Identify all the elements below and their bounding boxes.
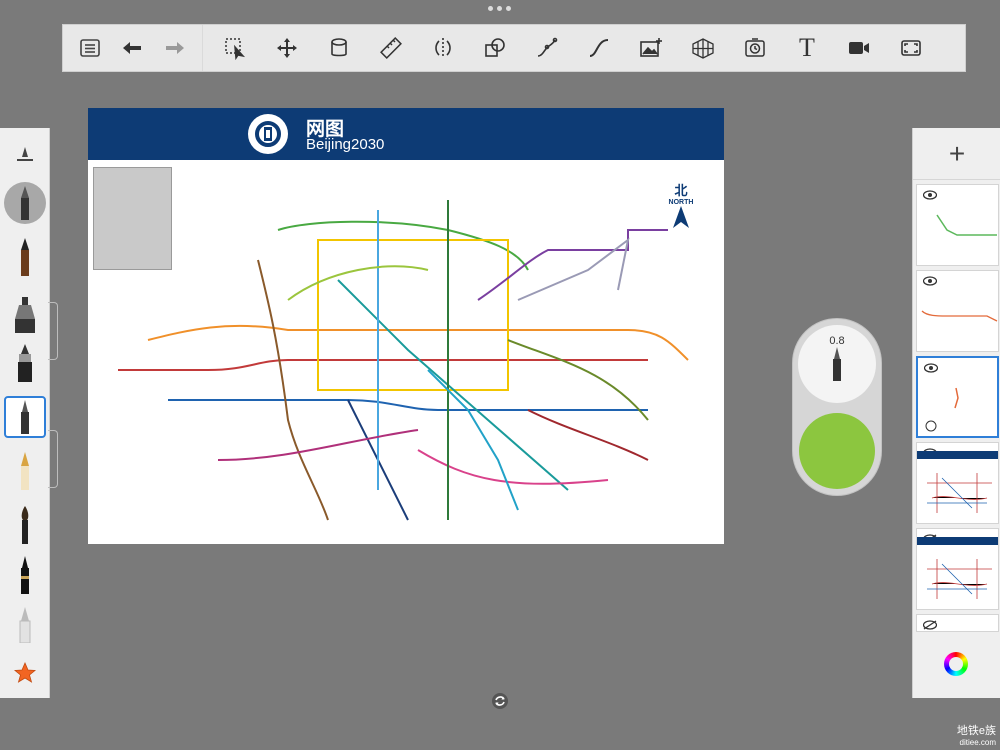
add-layer-button[interactable]: + [913, 128, 1000, 180]
color-picker-icon[interactable] [944, 652, 968, 676]
technical-pen-icon[interactable] [4, 396, 46, 438]
hidden-eye-icon[interactable] [923, 620, 937, 630]
paint-brush-icon[interactable] [4, 504, 46, 546]
transform-icon[interactable] [261, 25, 313, 71]
sync-icon[interactable] [491, 692, 509, 710]
stroke-icon[interactable] [573, 25, 625, 71]
layers-panel: + [912, 128, 1000, 698]
brush-settings-icon[interactable] [4, 136, 46, 178]
metro-line-red [118, 359, 648, 371]
main-toolbar: T [62, 24, 966, 72]
brush-controls: 0.8 [792, 318, 882, 496]
layer-thumb-2[interactable] [916, 270, 999, 352]
layer-thumb-1[interactable] [916, 184, 999, 266]
import-image-icon[interactable] [625, 25, 677, 71]
brush-color-knob[interactable] [799, 413, 875, 489]
fountain-pen-icon[interactable] [4, 450, 46, 492]
brush-panel [0, 128, 58, 698]
beijing-subway-logo [248, 114, 288, 154]
layer-thumb-5[interactable] [916, 528, 999, 610]
redo-icon[interactable] [154, 25, 196, 71]
text-tool-icon[interactable]: T [781, 25, 833, 71]
metro-line-yellow [317, 239, 509, 391]
metro-line-teal [337, 279, 569, 491]
map-subtitle: Beijing2030 [306, 136, 385, 153]
list-icon[interactable] [69, 25, 111, 71]
marker-icon[interactable] [4, 294, 46, 336]
ruler-icon[interactable] [365, 25, 417, 71]
symmetry-icon[interactable] [417, 25, 469, 71]
map-header: 网图 Beijing2030 [88, 108, 724, 160]
brush-size-value: 0.8 [829, 335, 845, 347]
ink-pen-icon[interactable] [4, 342, 46, 384]
pencil-icon[interactable] [4, 236, 46, 278]
eraser-icon[interactable] [4, 604, 46, 646]
current-brush-avatar[interactable] [4, 182, 46, 224]
metro-line-lime [287, 265, 429, 301]
time-lapse-icon[interactable] [729, 25, 781, 71]
watermark-line1: 地铁e族 [956, 725, 996, 737]
layer-thumb-6[interactable] [916, 614, 999, 632]
selection-icon[interactable] [209, 25, 261, 71]
metro-line-magenta [217, 429, 419, 461]
brush-group-bracket-2 [48, 430, 58, 488]
metro-line-blue [168, 399, 648, 411]
watermark-line2: ditiee.com [959, 738, 996, 747]
metro-line-olive [507, 339, 649, 421]
perspective-grid-icon[interactable] [677, 25, 729, 71]
text-tool-label: T [799, 33, 815, 62]
brush-size-slider[interactable]: 0.8 [798, 325, 876, 403]
watermark: 地铁e族 ditiee.com [957, 722, 996, 747]
fill-bucket-icon[interactable] [313, 25, 365, 71]
metro-line-orange [147, 324, 689, 361]
layer-thumb-4[interactable] [916, 442, 999, 524]
brush-pen-icon[interactable] [4, 554, 46, 596]
brush-group-bracket [48, 302, 58, 360]
record-icon[interactable] [833, 25, 885, 71]
drawing-canvas[interactable]: 网图 Beijing2030 北 NORTH [88, 108, 724, 544]
metro-line-darkred [527, 409, 649, 461]
shape-icon[interactable] [469, 25, 521, 71]
undo-icon[interactable] [111, 25, 153, 71]
options-dots[interactable] [488, 6, 512, 14]
brush-preview-icon [833, 347, 841, 381]
metro-line-pink [417, 449, 609, 485]
metro-map-drawing [118, 200, 689, 521]
metro-line-green [277, 220, 529, 271]
curve-icon[interactable] [521, 25, 573, 71]
fullscreen-icon[interactable] [885, 25, 937, 71]
layer-thumb-3[interactable] [916, 356, 999, 438]
favorites-star-icon[interactable] [4, 652, 46, 694]
